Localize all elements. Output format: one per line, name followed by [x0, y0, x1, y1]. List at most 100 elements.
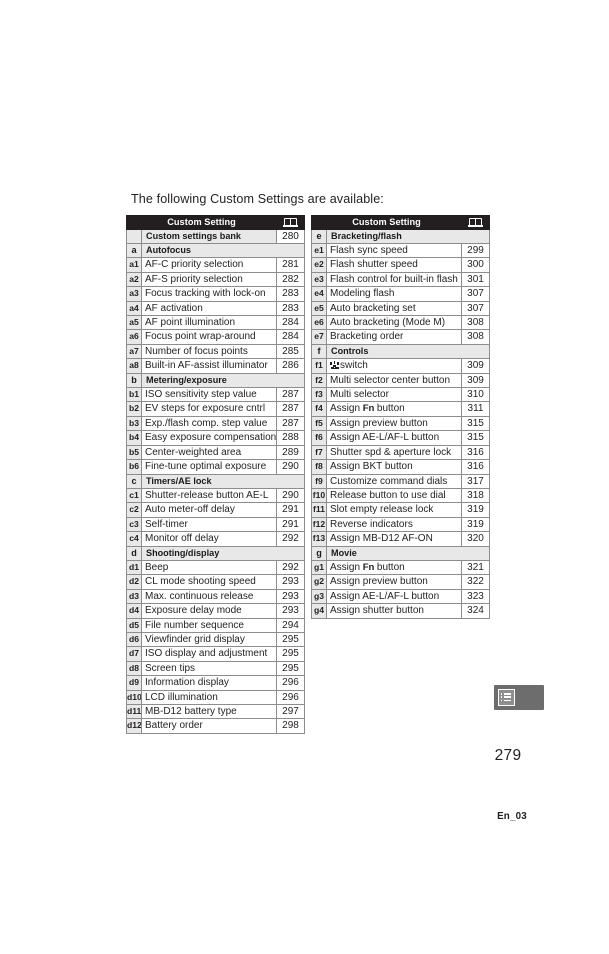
setting-page-cell[interactable]: 293 [276, 603, 305, 619]
table-row[interactable]: a2 AF-S priority selection 282 [126, 271, 305, 288]
table-row[interactable]: b5 Center-weighted area 289 [126, 444, 305, 461]
setting-page-cell[interactable]: 317 [461, 473, 490, 489]
table-row[interactable]: b6 Fine-tune optimal exposure 290 [126, 459, 305, 475]
table-row[interactable]: d12 Battery order 298 [126, 718, 305, 734]
table-row[interactable]: d4 Exposure delay mode 293 [126, 603, 305, 619]
table-row[interactable]: a7 Number of focus points 285 [126, 343, 305, 360]
setting-page-cell[interactable]: 289 [276, 444, 305, 461]
table-row[interactable]: d6 Viewfinder grid display 295 [126, 631, 305, 648]
setting-page-cell[interactable]: 290 [276, 459, 305, 475]
table-row[interactable]: a3 Focus tracking with lock-on 283 [126, 286, 305, 302]
table-row[interactable]: g1 Assign Fn button 321 [311, 559, 490, 576]
table-row[interactable]: d5 File number sequence 294 [126, 617, 305, 633]
setting-page-cell[interactable]: 320 [461, 531, 490, 547]
table-row[interactable]: a4 AF activation 283 [126, 300, 305, 317]
table-row[interactable]: a1 AF-C priority selection 281 [126, 257, 305, 273]
setting-page-cell[interactable]: 309 [461, 372, 490, 389]
setting-page-cell[interactable]: 316 [461, 444, 490, 461]
table-row[interactable]: f4 Assign Fn button 311 [311, 401, 490, 417]
table-row[interactable]: f7 Shutter spd & aperture lock 316 [311, 444, 490, 461]
table-row[interactable]: f2 Multi selector center button 309 [311, 372, 490, 389]
table-row[interactable]: c1 Shutter-release button AE-L 290 [126, 487, 305, 504]
setting-page-cell[interactable]: 307 [461, 286, 490, 302]
setting-page-cell[interactable]: 299 [461, 242, 490, 259]
setting-page-cell[interactable]: 308 [461, 329, 490, 345]
table-row[interactable]: a5 AF point illumination 284 [126, 315, 305, 331]
table-row[interactable]: e5 Auto bracketing set 307 [311, 300, 490, 317]
setting-page-cell[interactable]: 286 [276, 358, 305, 374]
table-row[interactable]: e7 Bracketing order 308 [311, 329, 490, 345]
setting-page-cell[interactable]: 292 [276, 559, 305, 576]
setting-page-cell[interactable]: 308 [461, 315, 490, 331]
setting-page-cell[interactable]: 315 [461, 430, 490, 446]
setting-page-cell[interactable]: 307 [461, 300, 490, 317]
setting-page-cell[interactable]: 293 [276, 588, 305, 605]
table-row[interactable]: e2 Flash shutter speed 300 [311, 257, 490, 273]
table-row[interactable]: e3 Flash control for built-in flash 301 [311, 271, 490, 288]
table-row[interactable]: f12 Reverse indicators 319 [311, 516, 490, 533]
table-row[interactable]: f3 Multi selector 310 [311, 387, 490, 403]
setting-page-cell[interactable]: 322 [461, 574, 490, 590]
setting-page-cell[interactable]: 298 [276, 718, 305, 734]
setting-page-cell[interactable]: 282 [276, 271, 305, 288]
setting-page-cell[interactable]: 319 [461, 516, 490, 533]
table-row[interactable]: d11 MB-D12 battery type 297 [126, 703, 305, 720]
setting-page-cell[interactable]: 297 [276, 703, 305, 720]
setting-page-cell[interactable]: 288 [276, 430, 305, 446]
table-row[interactable]: d1 Beep 292 [126, 559, 305, 576]
setting-page-cell[interactable]: 300 [461, 257, 490, 273]
table-row[interactable]: g4 Assign shutter button 324 [311, 603, 490, 619]
setting-page-cell[interactable]: 309 [461, 358, 490, 374]
setting-page-cell[interactable]: 301 [461, 271, 490, 288]
setting-page-cell[interactable]: 292 [276, 531, 305, 547]
setting-page-cell[interactable]: 295 [276, 646, 305, 662]
table-row[interactable]: b4 Easy exposure compensation 288 [126, 430, 305, 446]
table-row[interactable]: d2 CL mode shooting speed 293 [126, 574, 305, 590]
setting-page-cell[interactable]: 294 [276, 617, 305, 633]
side-tab-marker[interactable] [494, 685, 544, 710]
setting-page-cell[interactable]: 319 [461, 502, 490, 518]
table-row[interactable]: f10 Release button to use dial 318 [311, 487, 490, 504]
setting-page-cell[interactable]: 321 [461, 559, 490, 576]
table-row[interactable]: b1 ISO sensitivity step value 287 [126, 387, 305, 403]
setting-page-cell[interactable]: 285 [276, 343, 305, 360]
setting-page-cell[interactable]: 284 [276, 329, 305, 345]
table-row[interactable]: d3 Max. continuous release 293 [126, 588, 305, 605]
table-row[interactable]: a8 Built-in AF-assist illuminator 286 [126, 358, 305, 374]
setting-page-cell[interactable]: 324 [461, 603, 490, 619]
setting-page-cell[interactable]: 287 [276, 387, 305, 403]
setting-page-cell[interactable]: 283 [276, 300, 305, 317]
setting-page-cell[interactable]: 293 [276, 574, 305, 590]
setting-page-cell[interactable]: 291 [276, 502, 305, 518]
table-row[interactable]: b3 Exp./flash comp. step value 287 [126, 415, 305, 432]
table-row[interactable]: g3 Assign AE-L/AF-L button 323 [311, 588, 490, 605]
setting-page-cell[interactable]: 316 [461, 459, 490, 475]
setting-page-cell[interactable]: 287 [276, 415, 305, 432]
table-row[interactable]: f8 Assign BKT button 316 [311, 459, 490, 475]
table-row[interactable]: f13 Assign MB-D12 AF-ON 320 [311, 531, 490, 547]
table-row[interactable]: b2 EV steps for exposure cntrl 287 [126, 401, 305, 417]
setting-page-cell[interactable]: 296 [276, 689, 305, 706]
setting-page-cell[interactable]: 284 [276, 315, 305, 331]
table-row[interactable]: f9 Customize command dials 317 [311, 473, 490, 489]
table-row[interactable]: g2 Assign preview button 322 [311, 574, 490, 590]
setting-page-cell[interactable]: 318 [461, 487, 490, 504]
setting-page-cell[interactable]: 310 [461, 387, 490, 403]
table-row[interactable]: c4 Monitor off delay 292 [126, 531, 305, 547]
table-row[interactable]: e6 Auto bracketing (Mode M) 308 [311, 315, 490, 331]
table-row[interactable]: d9 Information display 296 [126, 675, 305, 691]
table-row[interactable]: a6 Focus point wrap-around 284 [126, 329, 305, 345]
table-row[interactable]: c2 Auto meter-off delay 291 [126, 502, 305, 518]
setting-page-cell[interactable]: 291 [276, 516, 305, 533]
table-row[interactable]: f6 Assign AE-L/AF-L button 315 [311, 430, 490, 446]
table-row[interactable]: d7 ISO display and adjustment 295 [126, 646, 305, 662]
table-row[interactable]: f11 Slot empty release lock 319 [311, 502, 490, 518]
table-row[interactable]: d8 Screen tips 295 [126, 660, 305, 677]
table-row[interactable]: d10 LCD illumination 296 [126, 689, 305, 706]
setting-page-cell[interactable]: 281 [276, 257, 305, 273]
setting-page-cell[interactable]: 295 [276, 631, 305, 648]
table-row[interactable]: e1 Flash sync speed 299 [311, 242, 490, 259]
table-row[interactable]: e4 Modeling flash 307 [311, 286, 490, 302]
setting-page-cell[interactable]: 287 [276, 401, 305, 417]
table-row[interactable]: c3 Self-timer 291 [126, 516, 305, 533]
